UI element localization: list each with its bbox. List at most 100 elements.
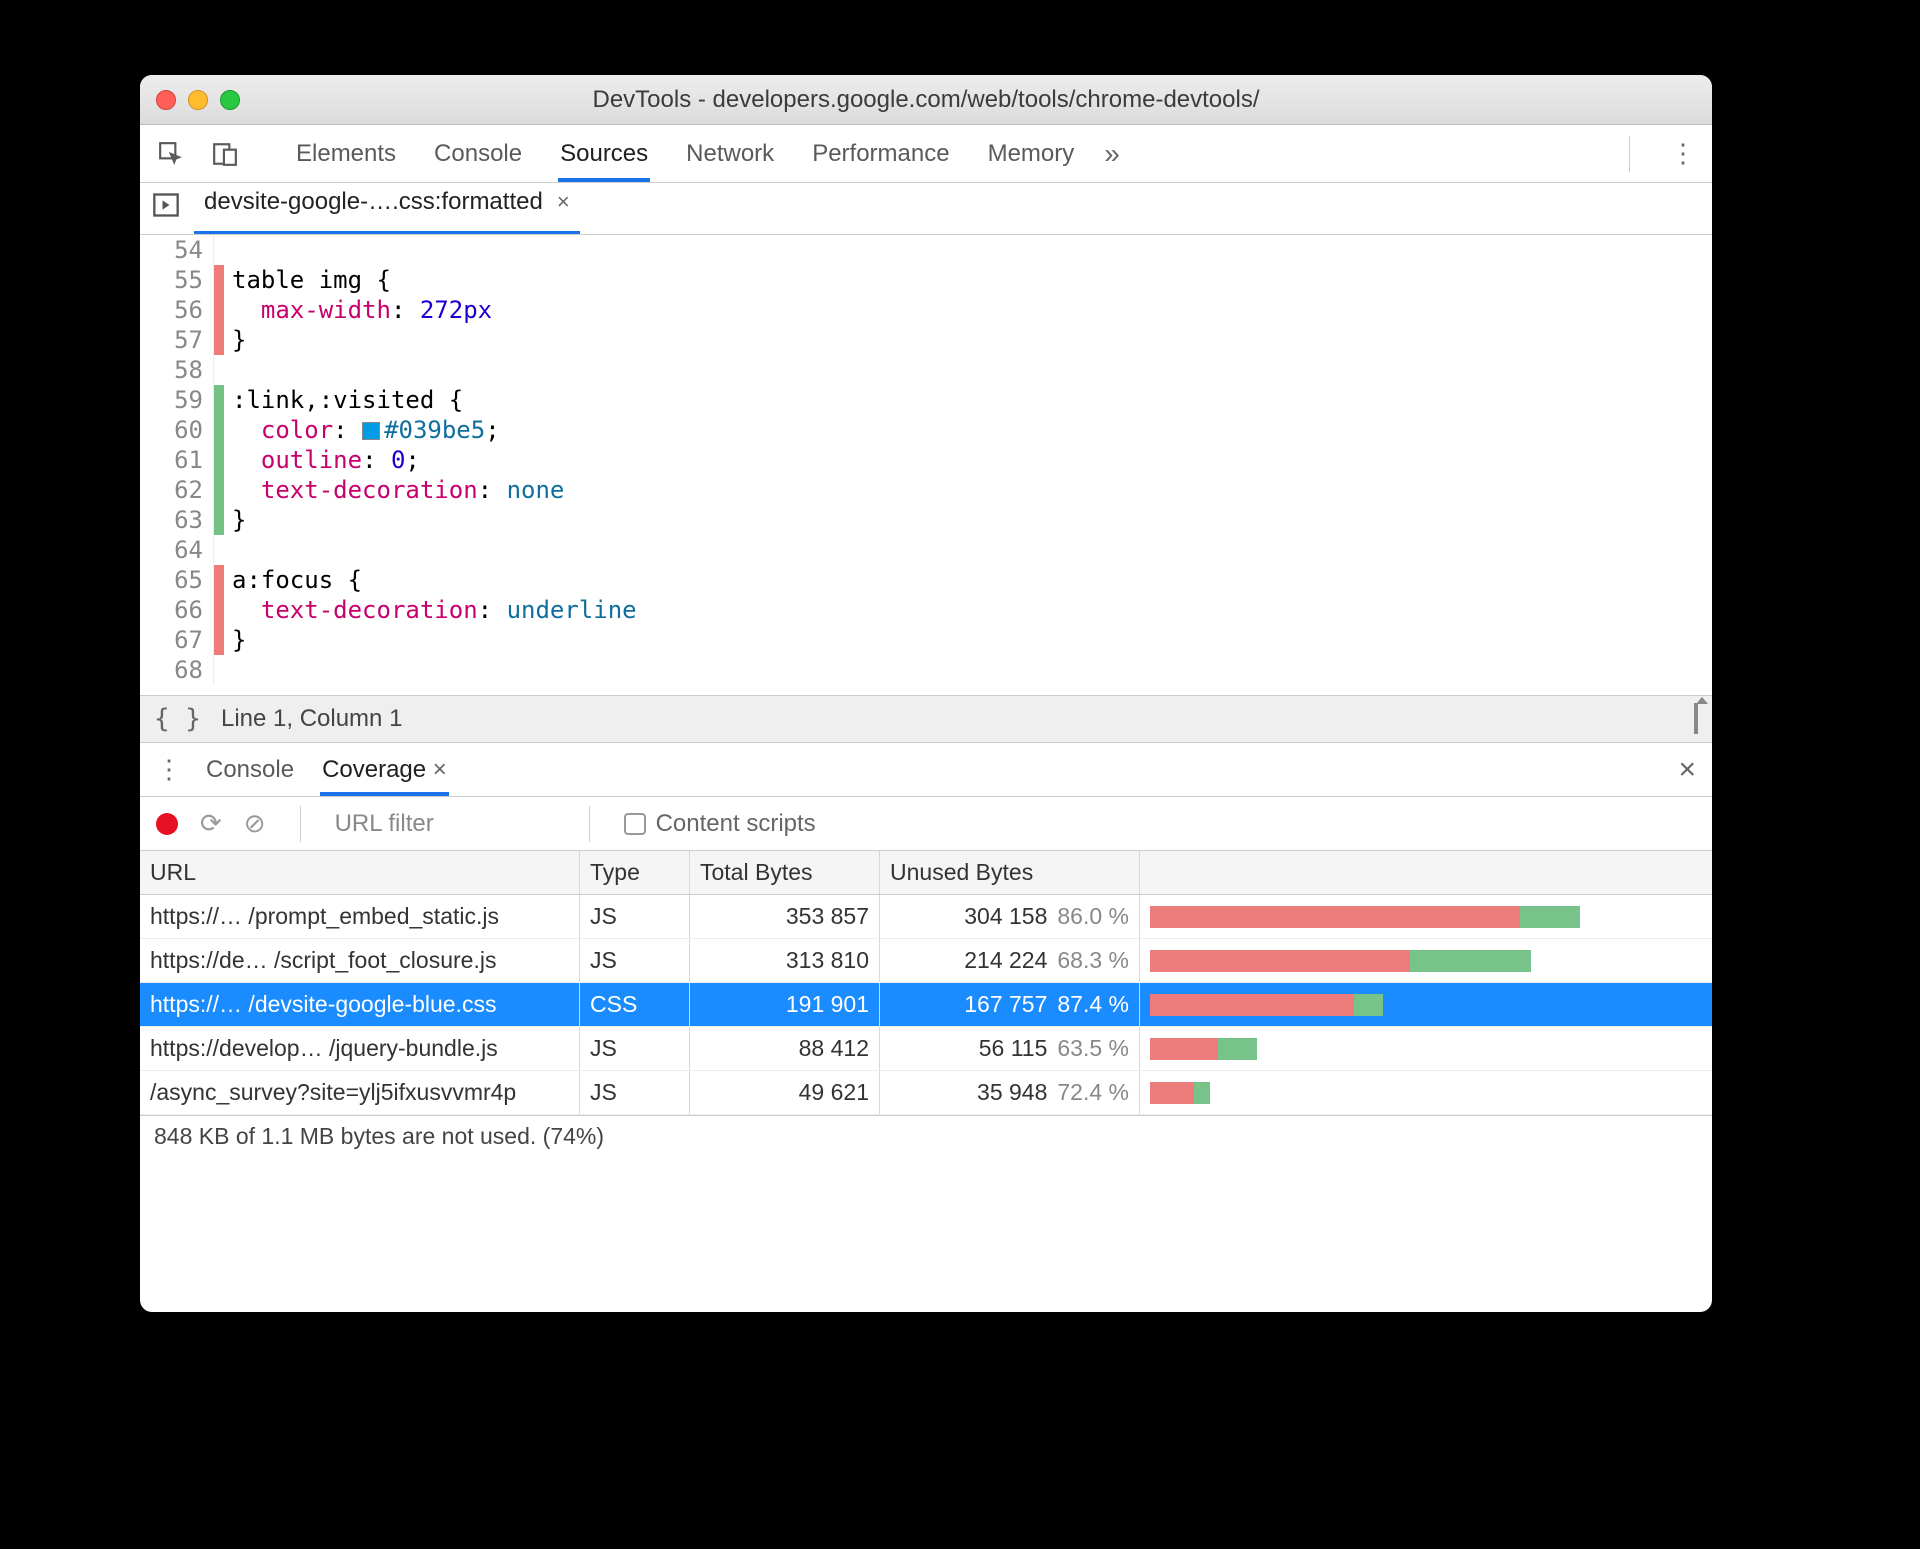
coverage-unused: 304 15886.0 % [880,895,1140,938]
code-text [224,355,232,385]
line-number: 62 [140,475,214,505]
clear-icon[interactable]: ⊘ [244,808,266,839]
line-number: 67 [140,625,214,655]
coverage-row[interactable]: /async_survey?site=ylj5ifxusvvmr4pJS49 6… [140,1071,1712,1115]
code-line[interactable]: 68 [140,655,1712,685]
code-line[interactable]: 65a:focus { [140,565,1712,595]
code-line[interactable]: 67} [140,625,1712,655]
line-number: 68 [140,655,214,685]
coverage-url: /async_survey?site=ylj5ifxusvvmr4p [140,1071,580,1114]
coverage-toolbar: ⟳ ⊘ URL filter Content scripts [140,797,1712,851]
close-tab-icon[interactable]: × [557,189,570,215]
code-text: text-decoration: underline [224,595,637,625]
tab-performance[interactable]: Performance [810,126,951,182]
code-line[interactable]: 56 max-width: 272px [140,295,1712,325]
code-text: :link,:visited { [224,385,463,415]
code-text: color: #039be5; [224,415,500,445]
coverage-row[interactable]: https://… /devsite-google-blue.cssCSS191… [140,983,1712,1027]
coverage-row[interactable]: https://… /prompt_embed_static.jsJS353 8… [140,895,1712,939]
coverage-bar [1140,939,1712,982]
line-number: 55 [140,265,214,295]
drawer-tab-console[interactable]: Console [204,744,296,796]
coverage-gutter [214,565,224,595]
editor-status-bar: { } Line 1, Column 1 [140,695,1712,743]
checkbox-icon [624,813,646,835]
code-text: table img { [224,265,391,295]
record-button[interactable] [156,813,178,835]
coverage-table: URL Type Total Bytes Unused Bytes https:… [140,851,1712,1312]
col-type[interactable]: Type [580,851,690,894]
code-line[interactable]: 61 outline: 0; [140,445,1712,475]
tabs-overflow-icon[interactable]: » [1104,138,1120,170]
coverage-url: https://develop… /jquery-bundle.js [140,1027,580,1070]
code-line[interactable]: 59 :link,:visited { [140,385,1712,415]
coverage-bar [1140,1071,1712,1114]
coverage-unused: 167 75787.4 % [880,983,1140,1026]
tab-memory[interactable]: Memory [986,126,1077,182]
tab-network[interactable]: Network [684,126,776,182]
line-number: 61 [140,445,214,475]
device-toolbar-icon[interactable] [212,141,238,167]
divider [589,806,590,842]
code-line[interactable]: 62 text-decoration: none [140,475,1712,505]
tab-sources[interactable]: Sources [558,126,650,182]
col-total[interactable]: Total Bytes [690,851,880,894]
coverage-type: JS [580,939,690,982]
coverage-total: 353 857 [690,895,880,938]
window-title: DevTools - developers.google.com/web/too… [140,86,1712,114]
code-line[interactable]: 54 [140,235,1712,265]
coverage-unused: 214 22468.3 % [880,939,1140,982]
line-number: 58 [140,355,214,385]
coverage-gutter [214,625,224,655]
coverage-type: JS [580,895,690,938]
coverage-gutter [214,355,224,385]
line-number: 59 [140,385,214,415]
drawer-tab-coverage[interactable]: Coverage × [320,744,449,796]
code-line[interactable]: 64 [140,535,1712,565]
pretty-print-icon[interactable]: { } [154,704,201,734]
col-bar [1140,851,1712,894]
divider [1629,136,1630,172]
coverage-gutter [214,265,224,295]
file-tab-label: devsite-google-….css:formatted [204,188,543,216]
reload-icon[interactable]: ⟳ [200,808,222,839]
coverage-total: 88 412 [690,1027,880,1070]
code-line[interactable]: 57} [140,325,1712,355]
code-line[interactable]: 66 text-decoration: underline [140,595,1712,625]
devtools-menu-icon[interactable]: ⋮ [1670,138,1694,169]
toggle-panel-icon[interactable] [1694,705,1698,733]
drawer-menu-icon[interactable]: ⋮ [156,754,180,785]
code-line[interactable]: 60 color: #039be5; [140,415,1712,445]
line-number: 57 [140,325,214,355]
coverage-type: CSS [580,983,690,1026]
tab-elements[interactable]: Elements [294,126,398,182]
source-editor[interactable]: 5455table img {56 max-width: 272px57}585… [140,235,1712,695]
content-scripts-label: Content scripts [656,810,816,838]
coverage-table-header: URL Type Total Bytes Unused Bytes [140,851,1712,895]
main-panel-tabs: Elements Console Sources Network Performance… [140,125,1712,183]
code-line[interactable]: 58 [140,355,1712,385]
coverage-url: https://de… /script_foot_closure.js [140,939,580,982]
code-line[interactable]: 63} [140,505,1712,535]
code-line[interactable]: 55 table img { [140,265,1712,295]
file-tab[interactable]: devsite-google-….css:formatted × [194,183,580,234]
coverage-url: https://… /devsite-google-blue.css [140,983,580,1026]
drawer-tabs: ⋮ Console Coverage × × [140,743,1712,797]
coverage-summary: 848 KB of 1.1 MB bytes are not used. (74… [140,1115,1712,1157]
line-number: 56 [140,295,214,325]
coverage-row[interactable]: https://develop… /jquery-bundle.jsJS88 4… [140,1027,1712,1071]
coverage-unused: 56 11563.5 % [880,1027,1140,1070]
col-url[interactable]: URL [140,851,580,894]
close-drawer-tab-icon[interactable]: × [433,756,447,783]
url-filter-input[interactable]: URL filter [335,810,555,838]
navigator-toggle-icon[interactable] [152,191,180,226]
inspect-icon[interactable] [158,141,184,167]
col-unused[interactable]: Unused Bytes [880,851,1140,894]
content-scripts-checkbox[interactable]: Content scripts [624,810,816,838]
coverage-row[interactable]: https://de… /script_foot_closure.jsJS313… [140,939,1712,983]
close-drawer-icon[interactable]: × [1678,753,1696,787]
code-text: } [224,625,246,655]
coverage-total: 49 621 [690,1071,880,1114]
line-number: 64 [140,535,214,565]
tab-console[interactable]: Console [432,126,524,182]
